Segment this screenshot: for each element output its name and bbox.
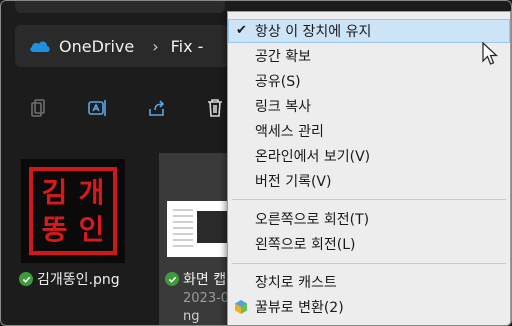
menu-item-version-history[interactable]: 버전 기록(V) bbox=[228, 169, 510, 193]
menu-item-label: 액세스 관리 bbox=[255, 124, 324, 140]
menu-item-label: 온라인에서 보기(V) bbox=[255, 149, 371, 165]
search-bar[interactable] bbox=[15, 1, 225, 13]
file-explorer-window: OneDrive › Fix - 김 개 똥 인 김개똥인.png 화면 캡 2… bbox=[0, 0, 512, 326]
menu-item-rotate-right[interactable]: 오른쪽으로 회전(T) bbox=[228, 207, 510, 231]
menu-separator bbox=[232, 263, 506, 264]
seal-char: 김 bbox=[41, 175, 68, 209]
mouse-pointer-icon bbox=[482, 41, 499, 65]
rename-button[interactable] bbox=[79, 87, 115, 129]
menu-item-manage-access[interactable]: 액세스 관리 bbox=[228, 119, 510, 143]
sync-check-icon bbox=[19, 272, 33, 286]
address-bar[interactable]: OneDrive › Fix - bbox=[15, 25, 245, 67]
share-button[interactable] bbox=[139, 87, 175, 129]
copy-button[interactable] bbox=[21, 87, 57, 129]
menu-item-share[interactable]: 공유(S) bbox=[228, 69, 510, 93]
onedrive-cloud-icon bbox=[30, 41, 50, 52]
menu-item-free-space[interactable]: 공간 확보 bbox=[228, 44, 510, 68]
file-name-row[interactable]: 화면 캡 bbox=[165, 269, 226, 289]
checkmark-icon: ✔ bbox=[236, 23, 247, 38]
file-name: 김개똥인.png bbox=[37, 272, 120, 288]
delete-icon bbox=[208, 99, 222, 117]
sync-check-icon bbox=[165, 272, 179, 286]
seal-char: 인 bbox=[78, 212, 105, 246]
file-extension: ng bbox=[183, 309, 200, 324]
menu-item-label: 버전 기록(V) bbox=[255, 174, 332, 190]
file-date: 2023-0 bbox=[183, 291, 230, 306]
menu-item-view-online[interactable]: 온라인에서 보기(V) bbox=[228, 144, 510, 168]
menu-separator bbox=[232, 199, 506, 200]
seal-char: 똥 bbox=[41, 212, 68, 246]
menu-item-label: 꿀뷰로 변환(2) bbox=[255, 300, 344, 316]
honeyview-icon bbox=[235, 300, 247, 314]
seal-image: 김 개 똥 인 bbox=[29, 167, 117, 255]
context-menu: ✔ 항상 이 장치에 유지 공간 확보 공유(S) 링크 복사 액세스 관리 온… bbox=[227, 11, 511, 325]
menu-item-label: 공간 확보 bbox=[255, 49, 311, 65]
menu-item-label: 장치로 캐스트 bbox=[255, 275, 337, 291]
breadcrumb-folder[interactable]: Fix - bbox=[171, 37, 204, 56]
breadcrumb-onedrive[interactable]: OneDrive bbox=[59, 37, 134, 56]
file-thumbnail-seal[interactable]: 김 개 똥 인 bbox=[21, 159, 125, 263]
menu-item-copy-link[interactable]: 링크 복사 bbox=[228, 94, 510, 118]
menu-item-always-keep[interactable]: ✔ 항상 이 장치에 유지 bbox=[228, 19, 510, 43]
menu-item-label: 링크 복사 bbox=[255, 99, 311, 115]
menu-item-label: 왼쪽으로 회전(L) bbox=[255, 237, 356, 253]
breadcrumb-separator: › bbox=[152, 36, 159, 56]
file-name-row[interactable]: 김개똥인.png bbox=[19, 269, 120, 289]
menu-item-label: 항상 이 장치에 유지 bbox=[255, 24, 372, 40]
rename-icon bbox=[88, 100, 106, 116]
seal-char: 개 bbox=[78, 175, 105, 209]
menu-item-label: 공유(S) bbox=[255, 74, 301, 90]
menu-item-cast-to-device[interactable]: 장치로 캐스트 bbox=[228, 270, 510, 294]
copy-icon bbox=[31, 99, 45, 117]
file-name: 화면 캡 bbox=[183, 272, 227, 288]
menu-item-label: 오른쪽으로 회전(T) bbox=[255, 212, 370, 228]
menu-item-rotate-left[interactable]: 왼쪽으로 회전(L) bbox=[228, 232, 510, 256]
menu-item-honeyview-convert[interactable]: 꿀뷰로 변환(2) bbox=[228, 295, 510, 319]
command-toolbar bbox=[1, 87, 241, 133]
share-icon bbox=[149, 100, 165, 116]
